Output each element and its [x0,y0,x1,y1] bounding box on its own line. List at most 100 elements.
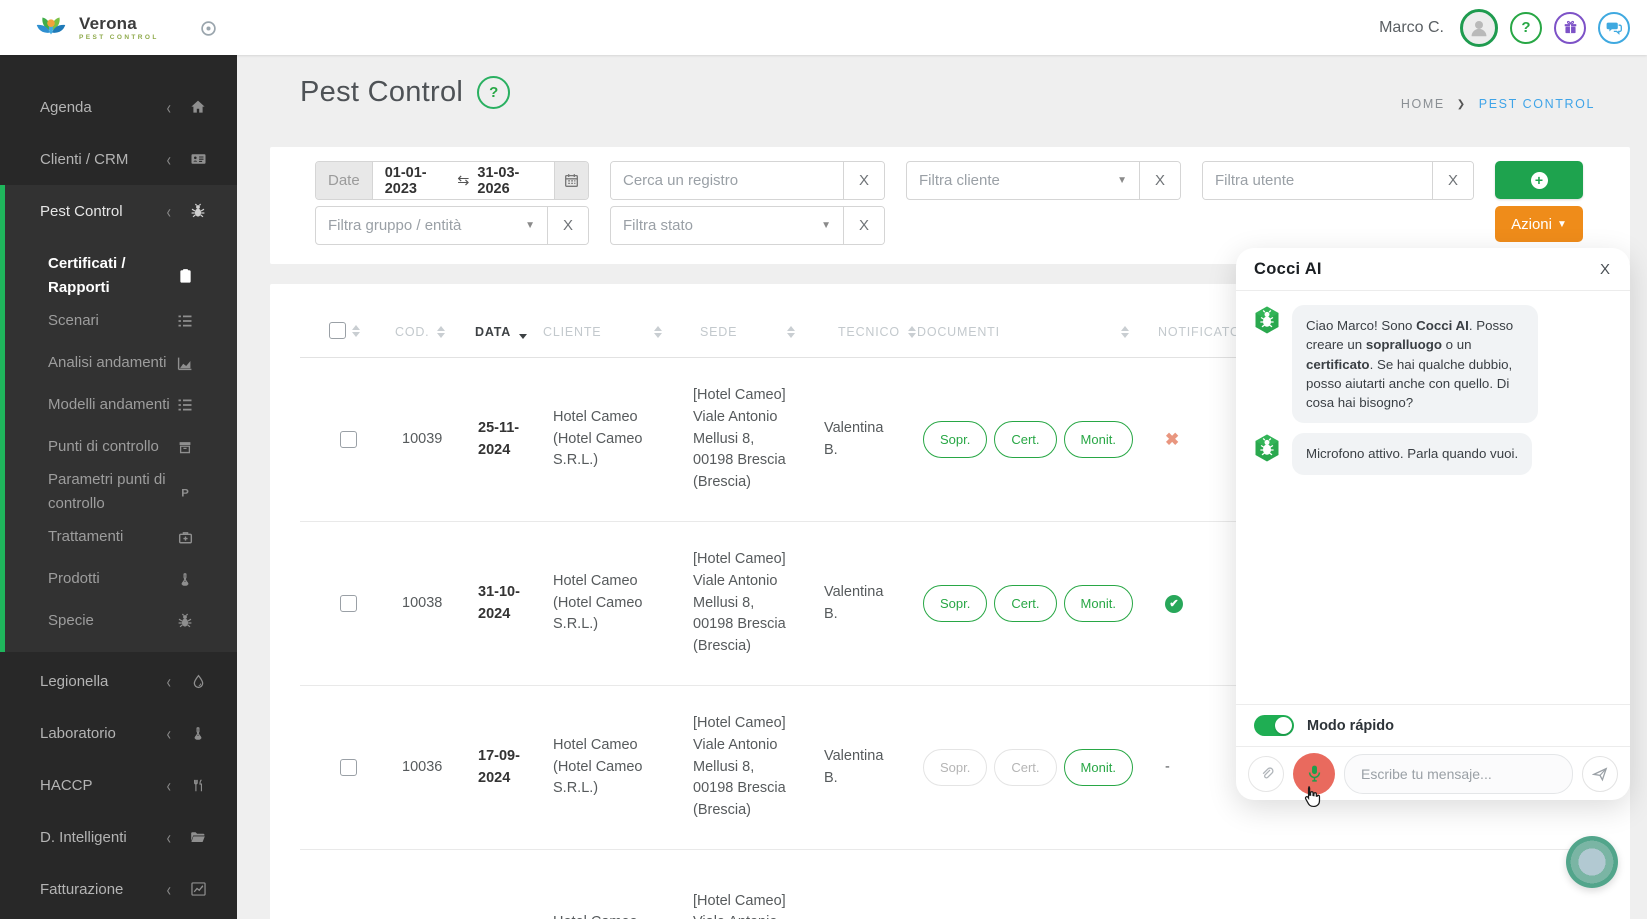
header-cliente[interactable]: CLIENTE [528,325,668,357]
sidebar-toggle-target-icon[interactable] [198,18,218,38]
header-documenti[interactable]: DOCUMENTI [903,325,1141,357]
feedback-chat-icon[interactable] [1598,11,1630,44]
sort-icon [1121,326,1129,338]
header-select-all[interactable] [300,322,360,357]
topbar-right: Marco C. ? [1379,0,1630,55]
quick-mode-toggle[interactable] [1254,715,1294,736]
quick-mode-label: Modo rápido [1307,717,1394,734]
brand-logo[interactable]: Verona PEST CONTROL [30,7,159,50]
row-checkbox[interactable] [340,595,357,612]
sidebar-subitem-certificati-rapporti[interactable]: Certificati / Rapporti [5,252,237,300]
sidebar-subitem-analisi-andamenti[interactable]: Analisi andamenti [5,342,237,384]
sidebar-subitem-punti-di-controllo[interactable]: Punti di controllo [5,426,237,468]
doc-monitoraggio-button[interactable]: Monit. [1063,585,1133,622]
header-cod[interactable]: COD. [360,325,450,357]
filter-user-group: X [1202,161,1474,200]
header-data[interactable]: DATA [450,325,528,357]
breadcrumb-home[interactable]: HOME [1401,97,1445,111]
doc-sopralluogo-button[interactable]: Sopr. [923,585,988,622]
sidebar-subitem-trattamenti[interactable]: Trattamenti [5,516,237,558]
doc-certificato-button[interactable]: Cert. [994,421,1057,458]
sidebar-subitem-scenari[interactable]: Scenari [5,300,237,342]
bug-icon [176,613,194,629]
date-range-value[interactable]: 01-01-2023 ⇆ 31-03-2026 [373,162,554,199]
cocci-ai-panel: Cocci AI X Ciao Marco! Sono Cocci AI. Po… [1236,248,1630,800]
attachment-paperclip-icon[interactable] [1248,755,1284,792]
sidebar-item-legionella[interactable]: Legionella ‹ [0,655,237,707]
doc-monitoraggio-button[interactable]: Monit. [1063,421,1133,458]
sidebar-subitem-modelli-andamenti[interactable]: Modelli andamenti [5,384,237,426]
caret-down-icon: ▼ [821,220,831,231]
chat-message-input[interactable] [1344,753,1573,794]
breadcrumb: HOME ❯ PEST CONTROL [1401,97,1595,111]
cell-cliente: Hotel Cameo (Hotel Cameo S.R.L.) [553,408,643,469]
header-label: TECNICO [838,325,900,339]
voice-assistant-bubble[interactable] [1566,836,1618,888]
clear-client-button[interactable]: X [1139,162,1180,199]
sidebar-item-pest-control[interactable]: Pest Control ‹ [5,185,237,237]
clear-status-button[interactable]: X [843,207,884,244]
header-label: SEDE [700,325,738,339]
send-icon[interactable] [1582,755,1618,792]
help-glyph: ? [489,84,499,101]
cell-documenti: Sopr. Cert. Monit. [903,421,1141,458]
user-avatar[interactable] [1460,8,1498,47]
cell-cod: 10039 [402,430,443,447]
doc-sopralluogo-button[interactable]: Sopr. [923,421,988,458]
select-all-checkbox[interactable] [329,322,346,339]
filter-client-select[interactable]: Filtra cliente ▼ [907,162,1139,199]
help-icon[interactable]: ? [1510,11,1542,44]
search-register-input[interactable] [611,162,843,199]
filter-group-entity-group: Filtra gruppo / entità ▼ X [315,206,589,245]
user-name: Marco C. [1379,18,1444,36]
pest-control-submenu: Certificati / Rapporti Scenari Analisi a… [5,237,237,642]
actions-button[interactable]: Azioni ▼ [1495,206,1583,242]
add-record-button[interactable]: + [1495,161,1583,199]
sidebar-subitem-specie[interactable]: Specie [5,600,237,642]
gift-icon[interactable] [1554,11,1586,44]
chart-line-icon [189,882,207,896]
archive-box-icon [176,440,194,455]
sidebar-item-agenda[interactable]: Agenda ‹ [0,81,237,133]
header-sede[interactable]: SEDE [668,325,803,357]
chat-title: Cocci AI [1254,259,1322,278]
pest-control-section: Pest Control ‹ Certificati / Rapporti Sc… [0,185,237,652]
calendar-icon[interactable] [554,162,588,199]
sidebar-item-label: Fatturazione [40,880,124,898]
sidebar-item-clienti-crm[interactable]: Clienti / CRM ‹ [0,133,237,185]
sidebar-item-laboratorio[interactable]: Laboratorio ‹ [0,707,237,759]
filter-group-entity-select[interactable]: Filtra gruppo / entità ▼ [316,207,547,244]
header-label: CLIENTE [543,325,602,339]
sidebar-item-label: Legionella [40,672,109,690]
page-help-icon[interactable]: ? [477,76,511,109]
cell-cliente: Hotel Cameo (Hotel Cameo S.R.L.) [553,736,643,797]
cell-cliente: Hotel Cameo (Hotel Cameo S.R.L.) [528,912,668,919]
sidebar-item-d-intelligenti[interactable]: D. Intelligenti ‹ [0,811,237,863]
page-head: Pest Control ? [300,76,511,109]
chevron-left-icon: ‹ [166,826,171,848]
bug-icon [189,203,207,219]
filter-status-select[interactable]: Filtra stato ▼ [611,207,843,244]
clear-user-button[interactable]: X [1432,162,1473,199]
close-icon[interactable]: X [1600,261,1610,278]
sidebar-subitem-prodotti[interactable]: Prodotti [5,558,237,600]
cell-sede: [Hotel Cameo] Viale Antonio Mellusi 8, 0… [693,551,786,655]
chevron-left-icon: ‹ [166,670,171,692]
doc-monitoraggio-button[interactable]: Monit. [1063,749,1133,786]
clear-search-button[interactable]: X [843,162,884,199]
row-checkbox[interactable] [340,759,357,776]
date-swap-icon: ⇆ [457,172,470,189]
sidebar-subitem-parametri-punti-di-controllo[interactable]: Parametri punti di controllo P [5,468,237,516]
cell-sede: [Hotel Cameo] Viale Antonio Mellusi 8, 0… [693,892,786,919]
header-tecnico[interactable]: TECNICO [803,325,916,357]
sort-icon [787,326,795,338]
microphone-button[interactable] [1293,752,1335,795]
sidebar-item-fatturazione[interactable]: Fatturazione ‹ [0,863,237,915]
filter-user-input[interactable] [1203,162,1432,199]
sidebar-item-haccp[interactable]: HACCP ‹ [0,759,237,811]
subitem-label: Analisi andamenti [48,354,167,371]
row-checkbox[interactable] [340,431,357,448]
date-range-filter: Date 01-01-2023 ⇆ 31-03-2026 [315,161,589,200]
doc-certificato-button[interactable]: Cert. [994,585,1057,622]
clear-group-button[interactable]: X [547,207,588,244]
